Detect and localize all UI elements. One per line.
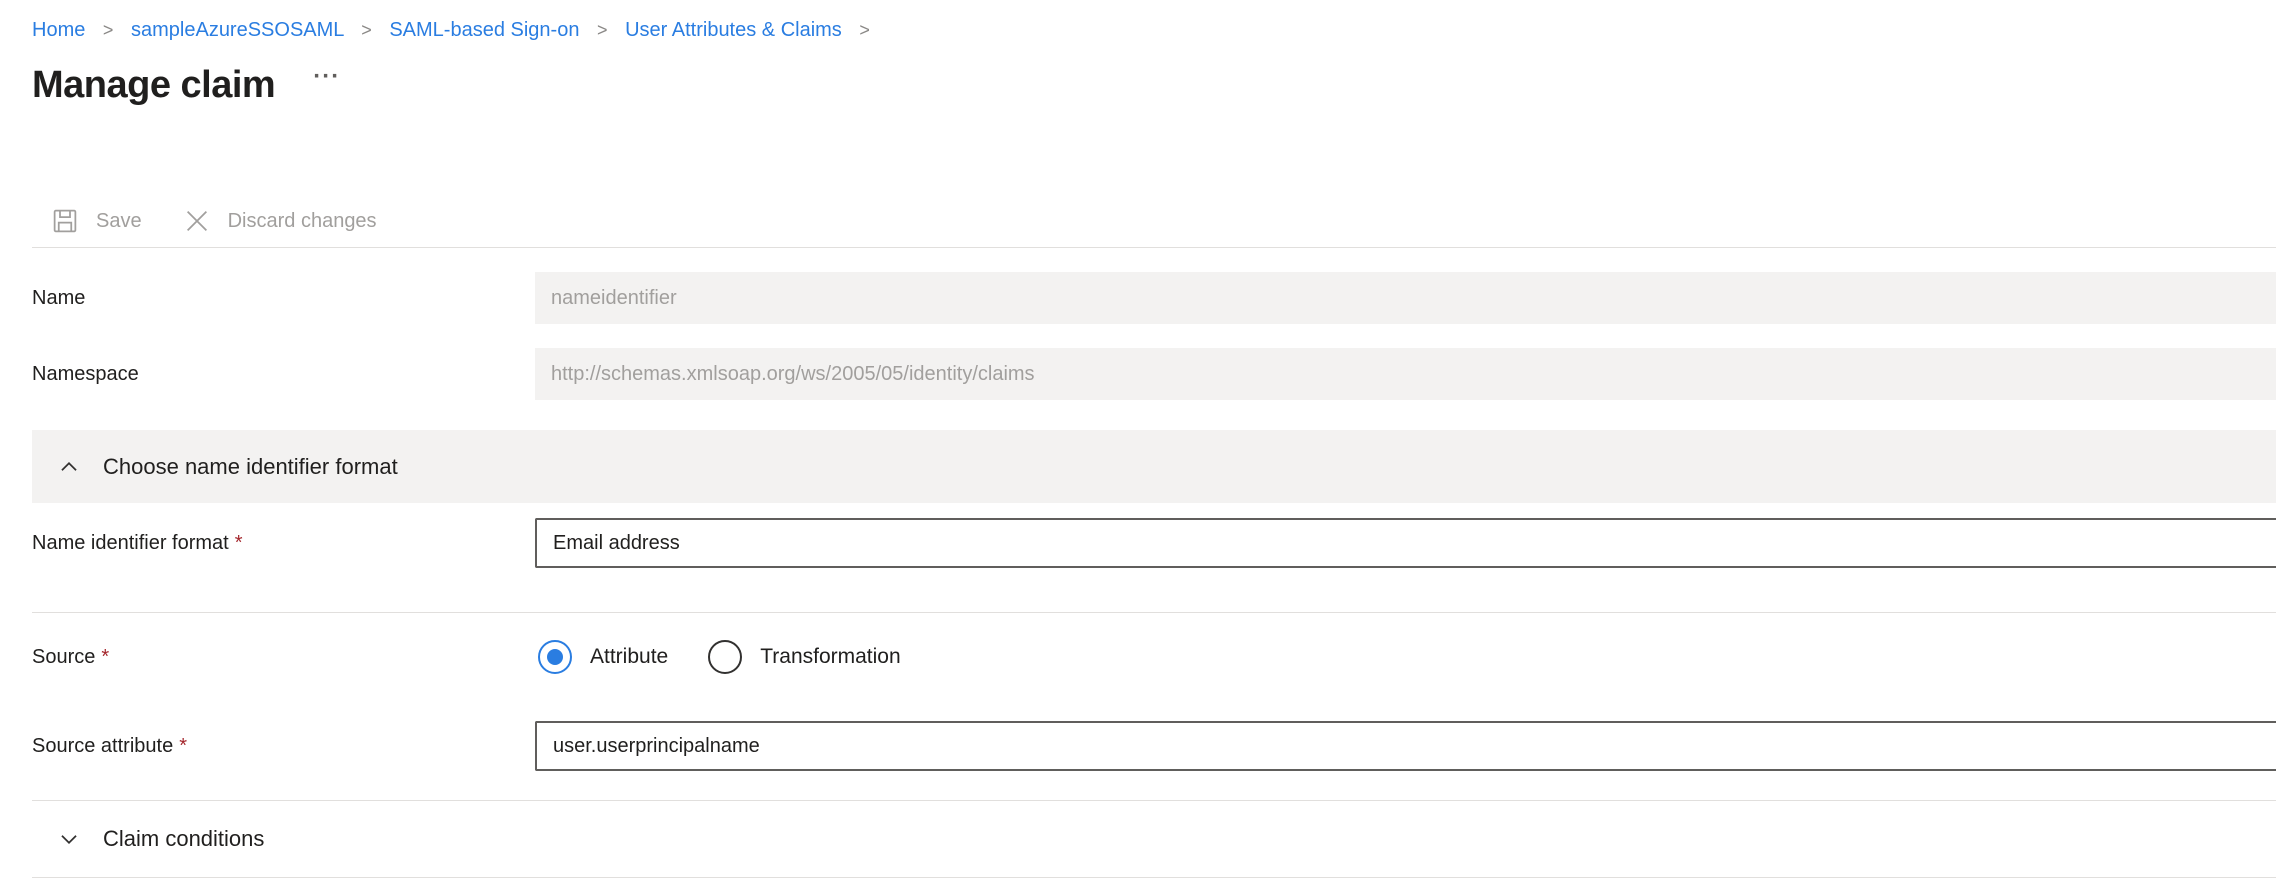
page-title: Manage claim (32, 63, 275, 107)
radio-unselected-icon (708, 640, 742, 674)
toolbar-divider (32, 247, 2276, 248)
bottom-divider (32, 877, 2276, 878)
radio-attribute[interactable]: Attribute (538, 640, 668, 674)
section-divider (32, 612, 2276, 613)
save-icon (50, 206, 80, 236)
name-input (535, 272, 2276, 324)
save-label: Save (96, 210, 142, 233)
section-title: Claim conditions (103, 826, 264, 852)
breadcrumb-separator: > (585, 20, 620, 40)
breadcrumb-separator: > (91, 20, 126, 40)
save-button[interactable]: Save (50, 206, 142, 236)
breadcrumb-separator: > (847, 20, 882, 40)
source-attribute-row: Source attribute* (32, 722, 2276, 770)
more-actions-button[interactable]: ··· (313, 65, 340, 89)
title-row: Manage claim ··· (32, 63, 2276, 111)
namespace-field-row: Namespace (32, 348, 2276, 400)
radio-selected-icon (538, 640, 572, 674)
section-title: Choose name identifier format (103, 454, 398, 480)
required-asterisk: * (173, 735, 187, 757)
name-identifier-format-label: Name identifier format* (32, 532, 535, 555)
breadcrumb-saml-signon[interactable]: SAML-based Sign-on (389, 19, 579, 41)
breadcrumb: Home > sampleAzureSSOSAML > SAML-based S… (32, 0, 2276, 45)
source-attribute-label-text: Source attribute (32, 735, 173, 757)
namespace-input (535, 348, 2276, 400)
command-bar: Save Discard changes (32, 195, 2276, 247)
source-label-text: Source (32, 646, 95, 668)
discard-changes-button[interactable]: Discard changes (182, 206, 377, 236)
namespace-label: Namespace (32, 363, 535, 386)
breadcrumb-app[interactable]: sampleAzureSSOSAML (131, 19, 344, 41)
chevron-down-icon (56, 826, 82, 852)
radio-transformation[interactable]: Transformation (708, 640, 900, 674)
required-asterisk: * (95, 646, 109, 668)
name-identifier-format-input[interactable] (535, 518, 2276, 568)
section-choose-name-identifier-format[interactable]: Choose name identifier format (32, 430, 2276, 503)
source-attribute-label: Source attribute* (32, 735, 535, 758)
radio-attribute-label: Attribute (590, 645, 668, 669)
discard-changes-label: Discard changes (228, 210, 377, 233)
breadcrumb-home[interactable]: Home (32, 19, 85, 41)
source-attribute-input[interactable] (535, 721, 2276, 771)
required-asterisk: * (229, 532, 243, 554)
name-identifier-format-label-text: Name identifier format (32, 532, 229, 554)
source-field-row: Source* Attribute Transformation (32, 631, 2276, 683)
breadcrumb-user-attributes-claims[interactable]: User Attributes & Claims (625, 19, 842, 41)
section-claim-conditions[interactable]: Claim conditions (32, 801, 2276, 877)
name-label: Name (32, 287, 535, 310)
close-icon (182, 206, 212, 236)
chevron-up-icon (56, 454, 82, 480)
radio-transformation-label: Transformation (760, 645, 900, 669)
source-radio-group: Attribute Transformation (538, 640, 901, 674)
name-field-row: Name (32, 272, 2276, 324)
name-identifier-format-row: Name identifier format* (32, 518, 2276, 568)
breadcrumb-separator: > (349, 20, 384, 40)
manage-claim-page: Home > sampleAzureSSOSAML > SAML-based S… (32, 0, 2276, 878)
source-label: Source* (32, 646, 535, 669)
